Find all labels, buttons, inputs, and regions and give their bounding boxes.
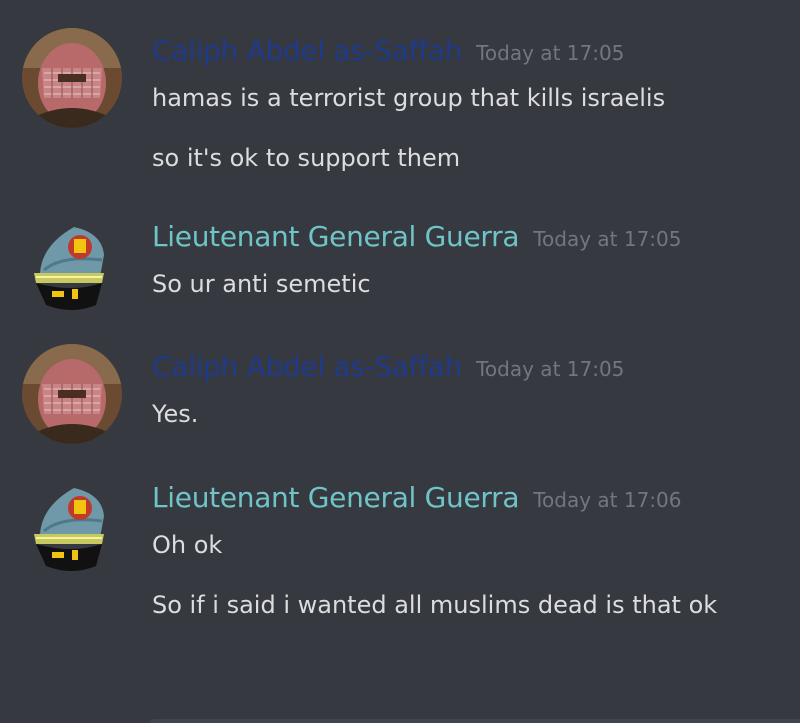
- message-text: So if i said i wanted all muslims dead i…: [152, 591, 718, 619]
- username[interactable]: Lieutenant General Guerra: [152, 220, 520, 253]
- message-header: Caliph Abdel as-Saffah Today at 17:05: [152, 34, 624, 67]
- message-header: Lieutenant General Guerra Today at 17:05: [152, 220, 682, 253]
- message-input-edge[interactable]: [150, 719, 800, 723]
- timestamp[interactable]: Today at 17:06: [533, 488, 681, 512]
- military-cap-avatar-icon[interactable]: [22, 215, 122, 315]
- keffiyeh-avatar-icon[interactable]: [22, 28, 122, 128]
- timestamp[interactable]: Today at 17:05: [533, 227, 681, 251]
- timestamp[interactable]: Today at 17:05: [476, 41, 624, 65]
- username[interactable]: Lieutenant General Guerra: [152, 481, 520, 514]
- message-text: So ur anti semetic: [152, 270, 371, 298]
- keffiyeh-avatar-icon[interactable]: [22, 344, 122, 444]
- username[interactable]: Caliph Abdel as-Saffah: [152, 350, 462, 383]
- username[interactable]: Caliph Abdel as-Saffah: [152, 34, 462, 67]
- message-text: hamas is a terrorist group that kills is…: [152, 84, 666, 112]
- chat-message-list: Caliph Abdel as-Saffah Today at 17:05 ham…: [0, 0, 800, 723]
- message-header: Lieutenant General Guerra Today at 17:06: [152, 481, 682, 514]
- timestamp[interactable]: Today at 17:05: [476, 357, 624, 381]
- message-text: Oh ok: [152, 531, 223, 559]
- message-text: so it's ok to support them: [152, 144, 461, 172]
- message-text: Yes.: [152, 400, 199, 428]
- message-header: Caliph Abdel as-Saffah Today at 17:05: [152, 350, 624, 383]
- military-cap-avatar-icon[interactable]: [22, 476, 122, 576]
